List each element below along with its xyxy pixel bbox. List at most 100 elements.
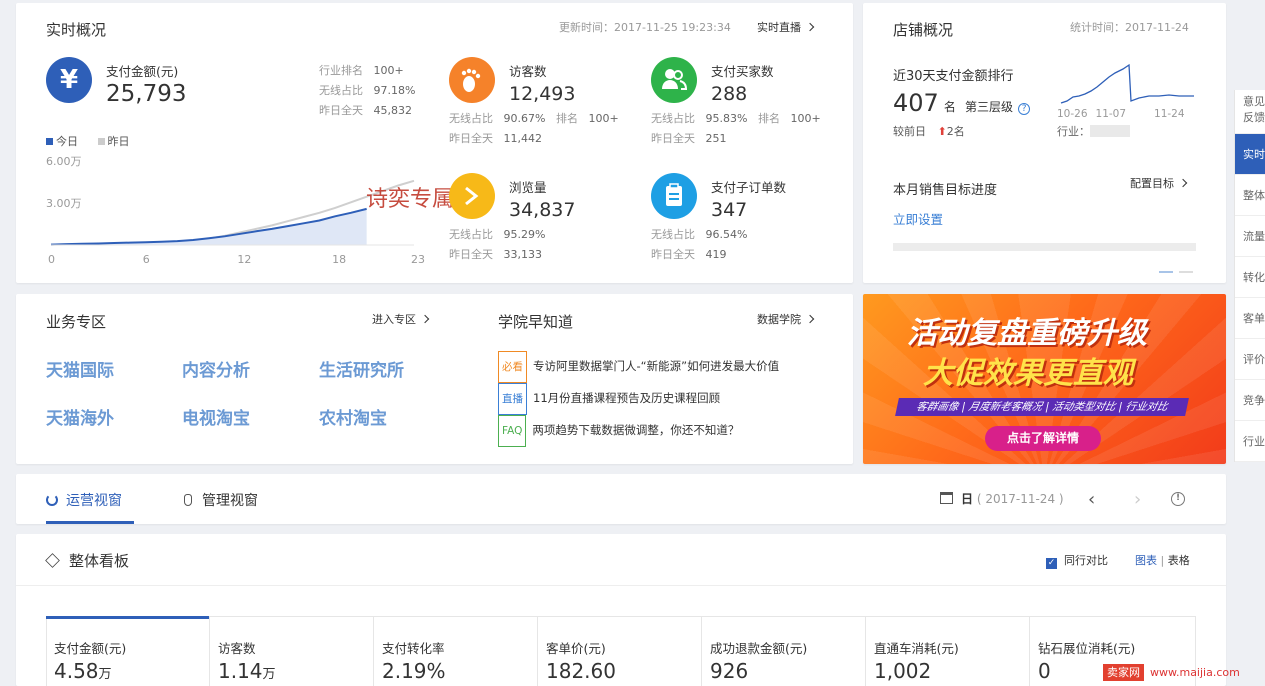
chevron-right-icon bbox=[805, 22, 815, 32]
pageviews-label: 浏览量 bbox=[509, 180, 547, 195]
help-icon[interactable]: ? bbox=[1018, 103, 1031, 115]
tab-operation[interactable]: 运营视窗 bbox=[46, 490, 122, 510]
layers-icon bbox=[45, 553, 60, 568]
metric-name: 支付金额(元) bbox=[54, 641, 127, 656]
date-picker[interactable]: 日 ( 2017-11-24 ) bbox=[940, 490, 1064, 507]
target-progress-bar bbox=[893, 243, 1196, 251]
sidebar-item-competition[interactable]: 竞争 bbox=[1235, 380, 1265, 421]
biz-content-analysis[interactable]: 内容分析 bbox=[182, 356, 250, 381]
sidebar-item-conversion[interactable]: 转化 bbox=[1235, 257, 1265, 298]
tab-management[interactable]: 管理视窗 bbox=[184, 490, 258, 510]
medal-icon bbox=[184, 494, 192, 506]
live-link[interactable]: 实时直播 bbox=[757, 19, 815, 35]
x-tick-label: 18 bbox=[332, 253, 346, 266]
metric-name: 成功退款金额(元) bbox=[710, 641, 808, 656]
visitors-stats: 无线占比 90.67% 排名 100+ 昨日全天 11,442 bbox=[449, 112, 619, 145]
promo-banner[interactable]: 活动复盘重磅升级 大促效果更直观 客群画像 | 月度新老客概况 | 活动类型对比… bbox=[863, 294, 1226, 464]
metric-value: 926 bbox=[710, 659, 749, 683]
metric-name: 访客数 bbox=[218, 641, 256, 656]
buyers-label: 支付买家数 bbox=[711, 64, 774, 79]
prev-date-icon[interactable]: ‹ bbox=[1088, 489, 1095, 510]
compare-block: 较前日 ⬆2名 bbox=[893, 125, 965, 138]
metric-cell[interactable]: 访客数 1.14万 bbox=[210, 616, 374, 686]
chevron-right-icon bbox=[420, 314, 430, 324]
metric-cell[interactable]: 成功退款金额(元) 926 bbox=[702, 616, 866, 686]
pay-amount-value: 25,793 bbox=[106, 81, 187, 107]
news-tag: FAQ bbox=[498, 415, 527, 447]
legend-today: 今日 bbox=[56, 135, 78, 148]
stat-time: 统计时间：2017-11-24 bbox=[1070, 21, 1189, 34]
sidebar-item-traffic[interactable]: 流量 bbox=[1235, 216, 1265, 257]
buyers-icon bbox=[651, 57, 697, 103]
industry-blurred bbox=[1090, 125, 1130, 137]
metric-value: 1.14万 bbox=[218, 659, 276, 683]
rank-title: 近30天支付金额排行 bbox=[893, 69, 1014, 84]
calendar-icon bbox=[940, 492, 953, 504]
sidebar-item-review[interactable]: 评价 bbox=[1235, 339, 1265, 380]
metric-cell[interactable]: 支付转化率 2.19% bbox=[374, 616, 538, 686]
news-item[interactable]: 直播 11月份直播课程预告及历史课程回顾 bbox=[498, 383, 779, 415]
metric-cell[interactable]: 支付金额(元) 4.58万 bbox=[46, 616, 210, 686]
level-label: 第三层级 bbox=[965, 100, 1014, 114]
pageviews-value: 34,837 bbox=[509, 199, 576, 221]
sidebar-item-overall[interactable]: 整体 bbox=[1235, 175, 1265, 216]
y-tick-label: 3.00万 bbox=[46, 197, 82, 210]
metric-cell[interactable]: 客单价(元) 182.60 bbox=[538, 616, 702, 686]
view-tabs-bar: 运营视窗 管理视窗 日 ( 2017-11-24 ) ‹ › ! bbox=[16, 474, 1226, 524]
banner-line1: 活动复盘重磅升级 bbox=[907, 316, 1147, 351]
config-target-link[interactable]: 配置目标 bbox=[1130, 175, 1188, 191]
sidebar-item-realtime[interactable]: 实时 bbox=[1235, 134, 1265, 175]
x-tick-label: 12 bbox=[237, 253, 251, 266]
metric-name: 支付转化率 bbox=[382, 641, 445, 656]
biz-tv-taobao[interactable]: 电视淘宝 bbox=[182, 404, 250, 429]
enter-zone-link[interactable]: 进入专区 bbox=[372, 311, 430, 327]
chevron-right-icon bbox=[1178, 178, 1188, 188]
biz-life-institute[interactable]: 生活研究所 bbox=[319, 356, 404, 381]
biz-tmall-overseas[interactable]: 天猫海外 bbox=[46, 404, 114, 429]
metric-name: 直通车消耗(元) bbox=[874, 641, 959, 656]
info-icon[interactable]: ! bbox=[1171, 492, 1185, 506]
biz-rural-taobao[interactable]: 农村淘宝 bbox=[319, 404, 387, 429]
board-title: 整体看板 bbox=[69, 552, 130, 570]
banner-cta-button[interactable]: 点击了解详情 bbox=[985, 426, 1101, 451]
suborders-value: 347 bbox=[711, 199, 748, 221]
active-tab-indicator bbox=[46, 521, 134, 524]
legend-yesterday: 昨日 bbox=[107, 135, 130, 148]
news-item[interactable]: FAQ 两项趋势下载数据微调整，你还不知道？ bbox=[498, 415, 779, 447]
academy-news-list: 必看 专访阿里数据掌门人-“新能源”如何进发最大价值 直播 11月份直播课程预告及历… bbox=[498, 351, 779, 447]
sidebar-item-customer-price[interactable]: 客单 bbox=[1235, 298, 1265, 339]
buyers-stats: 无线占比 95.83% 排名 100+ 昨日全天 251 bbox=[651, 112, 821, 145]
chart-legend: 今日 昨日 bbox=[46, 133, 130, 149]
pager-dot-2[interactable] bbox=[1179, 271, 1193, 273]
pageviews-icon bbox=[449, 173, 495, 219]
sidebar-item-industry[interactable]: 行业 bbox=[1235, 421, 1265, 462]
sidebar-feedback[interactable]: 意见反馈 bbox=[1235, 90, 1265, 134]
view-table-link[interactable]: 表格 bbox=[1168, 554, 1190, 567]
metric-value: 4.58万 bbox=[54, 659, 112, 683]
metric-cell[interactable]: 直通车消耗(元) 1,002 bbox=[866, 616, 1030, 686]
business-title: 业务专区 bbox=[46, 313, 107, 331]
metric-value: 2.19% bbox=[382, 659, 446, 683]
series-today-area bbox=[51, 208, 367, 245]
pageviews-stats: 无线占比 95.29% 昨日全天 33,133 bbox=[449, 228, 546, 261]
news-item[interactable]: 必看 专访阿里数据掌门人-“新能源”如何进发最大价值 bbox=[498, 351, 779, 383]
metric-value: 182.60 bbox=[546, 659, 616, 683]
banner-sub: 客群画像 | 月度新老客概况 | 活动类型对比 | 行业对比 bbox=[895, 398, 1189, 416]
realtime-overview-card: 实时概况 更新时间：2017-11-25 19:23:34 实时直播 ¥ 支付金… bbox=[16, 3, 853, 283]
set-now-link[interactable]: 立即设置 bbox=[893, 209, 943, 228]
rank-value: 407 bbox=[893, 89, 939, 117]
business-card: 业务专区 进入专区 天猫国际 内容分析 生活研究所 天猫海外 电视淘宝 农村淘宝… bbox=[16, 294, 853, 464]
next-date-icon[interactable]: › bbox=[1134, 489, 1141, 510]
x-tick-label: 23 bbox=[411, 253, 425, 266]
metric-name: 钻石展位消耗(元) bbox=[1038, 641, 1136, 656]
y-tick-label: 6.00万 bbox=[46, 155, 82, 168]
pay-stats: 行业排名 100+ 无线占比 97.18% 昨日全天 45,832 bbox=[319, 64, 416, 117]
pager-dot-1[interactable] bbox=[1159, 271, 1173, 273]
rank-sparkline bbox=[1060, 63, 1194, 104]
divider bbox=[16, 585, 1226, 586]
biz-tmall-global[interactable]: 天猫国际 bbox=[46, 356, 114, 381]
academy-link[interactable]: 数据学院 bbox=[757, 311, 815, 327]
view-chart-link[interactable]: 图表 bbox=[1135, 554, 1157, 567]
peer-compare-checkbox[interactable]: ✓ 同行对比 bbox=[1046, 552, 1108, 569]
legend-today-swatch bbox=[46, 138, 53, 145]
